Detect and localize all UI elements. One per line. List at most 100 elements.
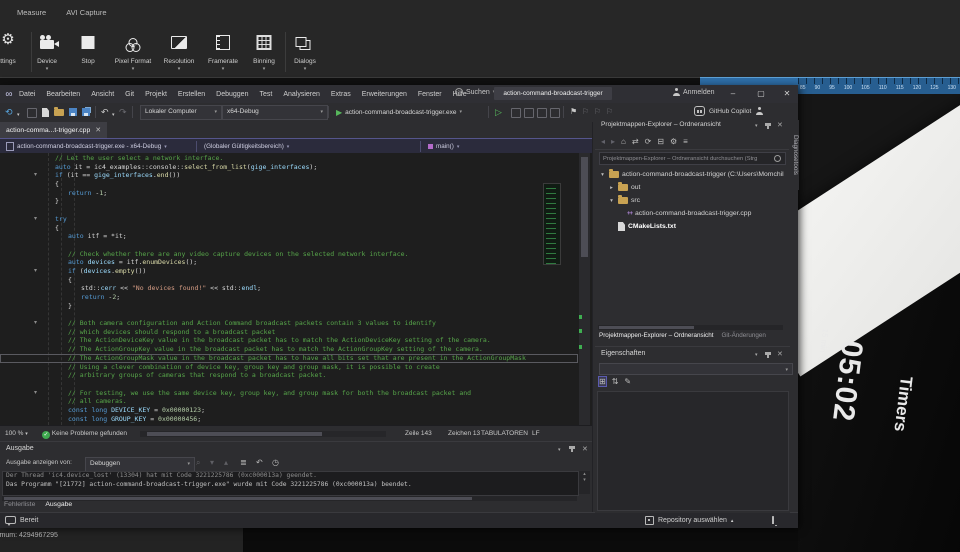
nav-project-dropdown[interactable]: action-command-broadcast-trigger.exe - x… <box>2 141 171 152</box>
code-editor[interactable]: // Let the user select a network interfa… <box>0 153 592 425</box>
close-icon[interactable]: ✕ <box>95 126 101 134</box>
run-button[interactable]: ▶ action-command-broadcast-trigger.exe ▾ <box>336 105 462 119</box>
dropdown-icon[interactable]: ▾ <box>178 66 181 72</box>
menu-item-debuggen[interactable]: Debuggen <box>215 90 249 99</box>
bookmark-prev-icon[interactable]: ⚐ <box>582 106 589 118</box>
chevron-down-icon[interactable]: ▾ <box>755 123 758 129</box>
explorer-bottom-tab[interactable]: Git-Änderungen <box>721 332 765 339</box>
maximize-button[interactable]: ▢ <box>750 85 772 102</box>
menu-item-erweiterungen[interactable]: Erweiterungen <box>361 90 408 99</box>
tree-item[interactable]: ▾action-command-broadcast-trigger (C:\Us… <box>595 168 790 181</box>
word-wrap-icon[interactable]: ↶ <box>256 458 263 467</box>
menu-item-projekt[interactable]: Projekt <box>144 90 168 99</box>
open-folder-icon[interactable] <box>54 109 64 116</box>
bookmark-next-icon[interactable]: ⚐ <box>594 106 601 118</box>
chevron-down-icon[interactable]: ▾ <box>599 172 606 178</box>
notifications-button[interactable] <box>772 517 774 524</box>
pixel-format-button[interactable]: Pixel Format▾ <box>111 30 155 74</box>
menu-item-extras[interactable]: Extras <box>330 90 352 99</box>
dropdown-icon[interactable]: ▾ <box>46 66 49 72</box>
tree-horizontal-scrollbar[interactable] <box>598 325 783 330</box>
scrollbar-thumb[interactable] <box>599 326 694 329</box>
output-source-dropdown[interactable]: Debuggen▾ <box>85 457 195 472</box>
run-without-debug-icon[interactable]: ▷ <box>495 106 502 118</box>
menu-item-analysieren[interactable]: Analysieren <box>282 90 321 99</box>
dropdown-icon[interactable]: ▾ <box>132 66 135 72</box>
categorized-icon[interactable]: ⊞ <box>599 377 606 386</box>
close-icon[interactable]: ✕ <box>777 121 783 129</box>
nav-member-dropdown[interactable]: main() ▾ <box>424 141 463 152</box>
find-message-icon[interactable]: ⌕ <box>196 458 200 468</box>
minimize-button[interactable]: – <box>722 85 744 102</box>
solution-explorer-header[interactable]: Projektmappen-Explorer – Ordneransicht ▾… <box>595 118 790 133</box>
framerate-button[interactable]: Framerate▾ <box>201 30 245 74</box>
close-icon[interactable]: ✕ <box>777 350 783 358</box>
binning-button[interactable]: Binning▾ <box>242 30 286 74</box>
tree-item[interactable]: CMakeLists.txt <box>595 220 790 233</box>
capture-tab-avi-capture[interactable]: AVI Capture <box>64 7 108 18</box>
select-repository-button[interactable]: Repository auswählen ▴ <box>645 516 733 525</box>
switch-views-icon[interactable]: ⇄ <box>632 137 639 146</box>
diagnostics-icon[interactable] <box>537 108 547 118</box>
fold-chevron-icon[interactable]: ▾ <box>34 171 37 179</box>
scrollbar-thumb[interactable] <box>581 157 588 257</box>
menu-item-bearbeiten[interactable]: Bearbeiten <box>45 90 81 99</box>
settings-icon[interactable]: ⚙ <box>670 137 677 146</box>
output-vertical-scrollbar[interactable]: ▴▾ <box>579 471 590 494</box>
dropdown-icon[interactable]: ▾ <box>222 66 225 72</box>
explorer-bottom-tab[interactable]: Projektmappen-Explorer – Ordneransicht <box>599 332 713 339</box>
menu-item-erstellen[interactable]: Erstellen <box>177 90 206 99</box>
problems-indicator[interactable]: ✓ Keine Probleme gefunden <box>42 430 127 439</box>
menu-item-git[interactable]: Git <box>124 90 135 99</box>
bookmark-icon[interactable]: ⚑ <box>570 106 577 118</box>
forward-icon[interactable]: ▸ <box>611 137 615 146</box>
chevron-down-icon[interactable]: ▾ <box>608 198 615 204</box>
close-icon[interactable]: ✕ <box>582 445 588 453</box>
tree-item[interactable]: ▸out <box>595 181 790 194</box>
configuration-dropdown[interactable]: x64-Debug▾ <box>222 105 328 120</box>
redo-icon[interactable]: ↷ <box>119 106 127 118</box>
fold-chevron-icon[interactable]: ▾ <box>34 215 37 223</box>
zoom-level-dropdown[interactable]: 100 % ▾ <box>5 430 28 437</box>
diagnostics-tab[interactable]: Diagnosetools <box>789 120 799 190</box>
tree-item[interactable]: ▾src <box>595 194 790 207</box>
home-icon[interactable]: ⌂ <box>621 137 626 146</box>
output-tab-ausgabe[interactable]: Ausgabe <box>45 501 72 508</box>
chevron-down-icon[interactable]: ▾ <box>755 352 758 358</box>
eol-indicator[interactable]: LF <box>532 430 540 437</box>
menu-item-datei[interactable]: Datei <box>18 90 36 99</box>
bookmark-clear-icon[interactable]: ⚐ <box>606 106 613 118</box>
pin-icon[interactable] <box>767 123 769 129</box>
goto-prev-icon[interactable]: ▴ <box>224 458 228 467</box>
capture-tab-measure[interactable]: Measure <box>15 7 48 18</box>
fold-chevron-icon[interactable]: ▾ <box>34 267 37 275</box>
profiler-icon[interactable] <box>511 108 521 118</box>
scrollbar-thumb[interactable] <box>4 497 472 500</box>
menu-item-test[interactable]: Test <box>258 90 273 99</box>
fold-chevron-icon[interactable]: ▾ <box>34 319 37 327</box>
properties-grid[interactable] <box>597 391 789 511</box>
back-icon[interactable]: ◂ <box>601 137 605 146</box>
horizontal-scrollbar[interactable] <box>140 431 386 437</box>
dropdown-icon[interactable]: ▾ <box>263 66 266 72</box>
resolution-button[interactable]: Resolution▾ <box>157 30 201 74</box>
chevron-down-icon[interactable]: ▾ <box>558 447 561 453</box>
clear-all-icon[interactable]: ≣ <box>240 458 247 467</box>
refresh-icon[interactable]: ⟳ <box>645 137 652 146</box>
property-pages-icon[interactable]: ✎ <box>624 377 631 386</box>
vertical-scrollbar[interactable] <box>579 153 590 425</box>
save-all-icon[interactable] <box>82 108 90 116</box>
step-icon[interactable] <box>524 108 534 118</box>
stop-button[interactable]: Stop <box>66 30 110 74</box>
save-icon[interactable] <box>69 108 77 116</box>
goto-next-icon[interactable]: ▾ <box>210 458 214 467</box>
editor-tab[interactable]: action-comma...t-trigger.cpp ✕ <box>0 122 107 138</box>
chevron-down-icon[interactable]: ▾ <box>112 109 115 121</box>
nav-scope-dropdown[interactable]: (Globaler Gültigkeitsbereich) ▾ <box>200 141 293 152</box>
close-button[interactable]: ✕ <box>776 85 798 102</box>
tree-item[interactable]: ++action-command-broadcast-trigger.cpp <box>595 207 790 220</box>
output-horizontal-scrollbar[interactable] <box>2 496 577 501</box>
properties-header[interactable]: Eigenschaften ▾ ✕ <box>595 347 790 362</box>
github-copilot-button[interactable]: GitHub Copilot <box>694 106 763 116</box>
navigate-back-icon[interactable] <box>27 108 37 118</box>
